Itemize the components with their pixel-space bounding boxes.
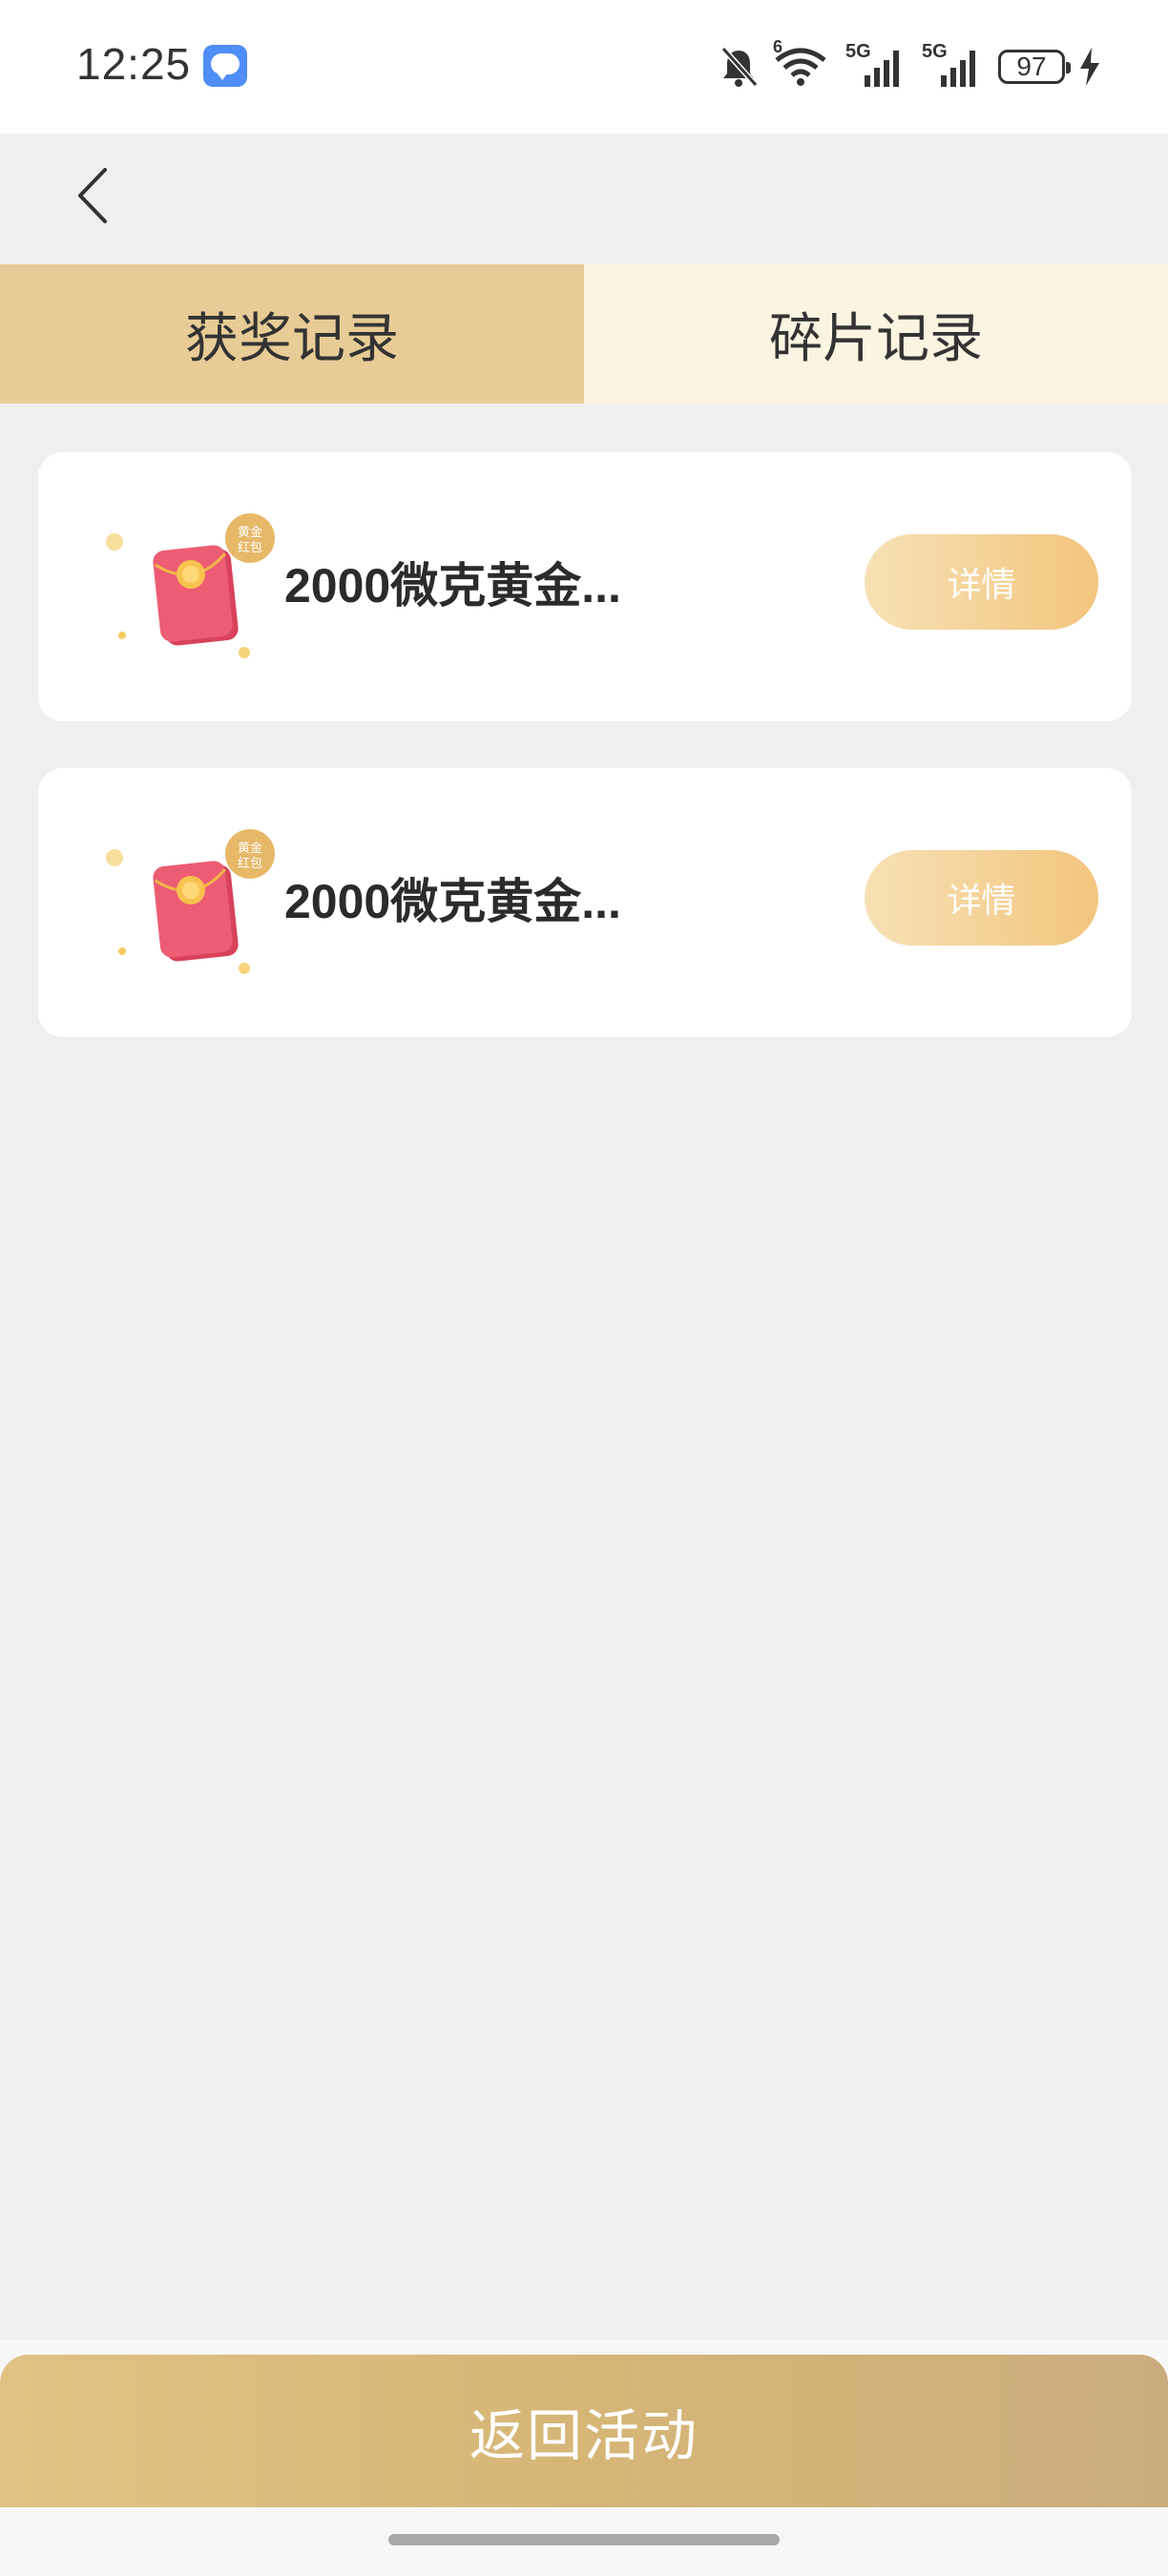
battery-icon: 97 [998, 50, 1071, 84]
return-to-activity-button[interactable]: 返回活动 [0, 2355, 1168, 2507]
return-button-label: 返回活动 [469, 2403, 699, 2468]
message-app-icon [203, 45, 247, 87]
status-time: 12:25 [76, 39, 192, 89]
detail-button[interactable]: 详情 [865, 534, 1098, 630]
record-tabs: 获奖记录 碎片记录 [0, 264, 1168, 404]
tab-label: 获奖记录 [185, 307, 399, 370]
svg-text:红包: 红包 [238, 856, 262, 871]
home-indicator[interactable] [388, 2534, 780, 2545]
charging-icon [1080, 48, 1099, 86]
wifi-band-label: 6 [773, 37, 783, 56]
tab-label: 碎片记录 [769, 307, 983, 370]
record-card: 黄金 红包 2000微克黄金... 详情 [38, 768, 1132, 1037]
tab-fragment-records[interactable]: 碎片记录 [584, 264, 1168, 404]
red-envelope-icon: 黄金 红包 [106, 513, 275, 658]
svg-text:黄金: 黄金 [238, 841, 262, 856]
record-title: 2000微克黄金... [284, 559, 621, 613]
detail-button[interactable]: 详情 [865, 850, 1098, 945]
status-bar: 12:25 6 5G 5G 97 [0, 0, 1168, 134]
chevron-left-icon [78, 168, 107, 223]
record-title: 2000微克黄金... [284, 875, 621, 928]
mute-bell-icon [720, 46, 759, 88]
svg-text:红包: 红包 [238, 540, 262, 555]
wifi-icon: 6 [773, 37, 832, 89]
red-envelope-icon: 黄金 红包 [106, 829, 275, 974]
signal-1-icon: 5G [845, 41, 908, 89]
record-card: 黄金 红包 2000微克黄金... 详情 [38, 452, 1132, 721]
svg-text:黄金: 黄金 [238, 525, 262, 540]
signal-2-icon: 5G [922, 41, 985, 89]
back-button[interactable] [67, 162, 124, 229]
detail-button-label: 详情 [947, 566, 1016, 605]
status-icons: 6 5G 5G 97 [718, 37, 1101, 95]
detail-button-label: 详情 [947, 882, 1016, 921]
tab-award-records[interactable]: 获奖记录 [0, 264, 584, 404]
